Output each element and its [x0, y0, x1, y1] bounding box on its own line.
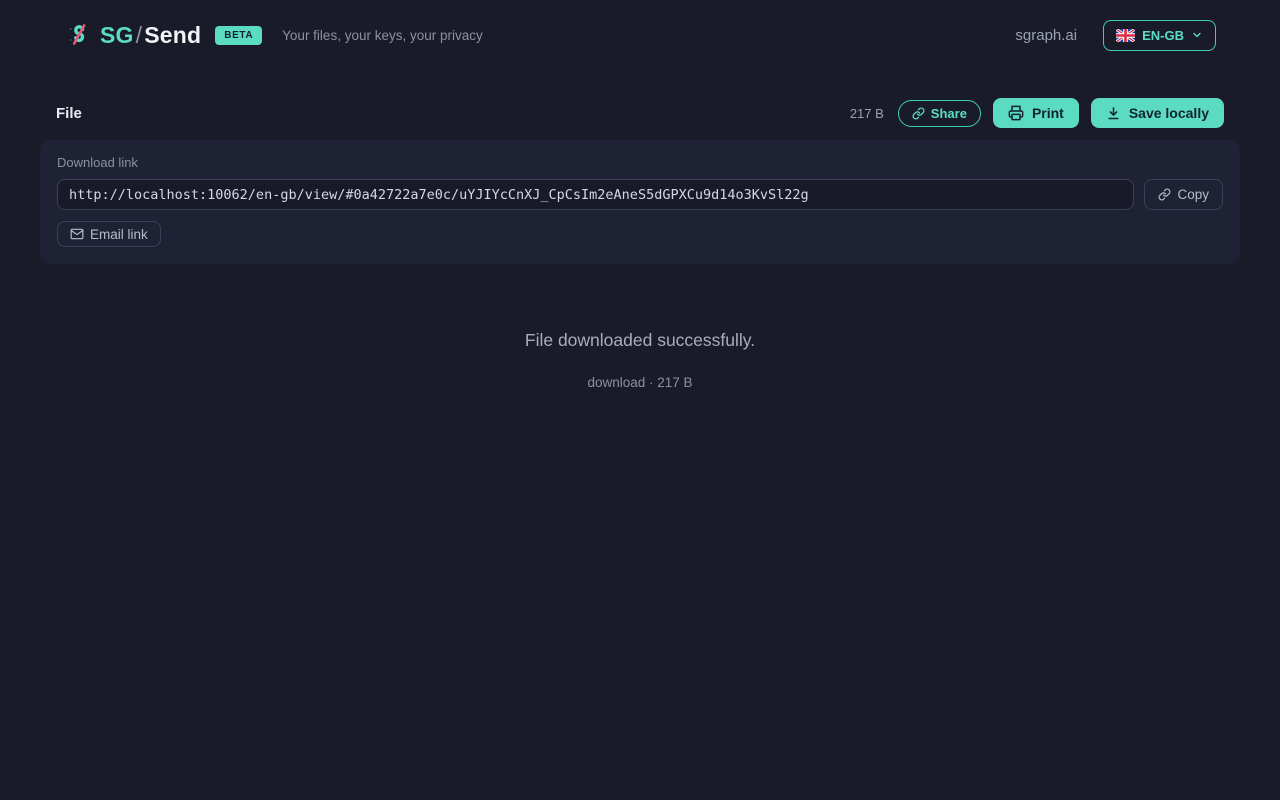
chevron-down-icon [1191, 29, 1203, 41]
envelope-icon [70, 227, 84, 241]
download-link-panel: Download link Copy Email link [40, 140, 1240, 264]
copy-label: Copy [1177, 187, 1209, 202]
email-link-button[interactable]: Email link [57, 221, 161, 247]
link-icon [912, 107, 925, 120]
download-link-label: Download link [57, 155, 1223, 170]
header-right: sgraph.ai EN-GB [1015, 20, 1216, 51]
language-selector[interactable]: EN-GB [1103, 20, 1216, 51]
brand-send: Send [144, 22, 201, 49]
share-button[interactable]: Share [898, 100, 981, 127]
main-content: File 217 B Share [0, 70, 1280, 390]
status-detail: download · 217 B [40, 375, 1240, 390]
site-link[interactable]: sgraph.ai [1015, 27, 1077, 44]
print-label: Print [1032, 105, 1064, 121]
save-locally-label: Save locally [1129, 105, 1209, 121]
brand-wordmark[interactable]: SG / Send [100, 22, 201, 49]
logo-icon [66, 20, 93, 50]
file-size: 217 B [850, 106, 884, 121]
file-toolbar: File 217 B Share [40, 70, 1240, 140]
brand: SG / Send BETA Your files, your keys, yo… [66, 20, 483, 50]
link-row: Copy [57, 179, 1223, 210]
link-icon [1158, 188, 1171, 201]
header: SG / Send BETA Your files, your keys, yo… [0, 0, 1280, 70]
brand-sg: SG [100, 22, 134, 49]
share-label: Share [931, 106, 967, 121]
download-icon [1106, 106, 1121, 121]
print-button[interactable]: Print [993, 98, 1079, 128]
brand-tagline: Your files, your keys, your privacy [282, 28, 483, 43]
language-label: EN-GB [1142, 28, 1184, 43]
file-actions: 217 B Share Print [850, 98, 1224, 128]
printer-icon [1008, 105, 1024, 121]
save-locally-button[interactable]: Save locally [1091, 98, 1224, 128]
copy-button[interactable]: Copy [1144, 179, 1223, 210]
page-title: File [56, 105, 82, 122]
download-url-input[interactable] [57, 179, 1134, 210]
email-link-label: Email link [90, 227, 148, 242]
uk-flag-icon [1116, 29, 1135, 42]
beta-badge: BETA [215, 26, 262, 45]
status-message: File downloaded successfully. [40, 330, 1240, 351]
brand-slash: / [136, 22, 143, 49]
status-area: File downloaded successfully. download ·… [40, 330, 1240, 390]
